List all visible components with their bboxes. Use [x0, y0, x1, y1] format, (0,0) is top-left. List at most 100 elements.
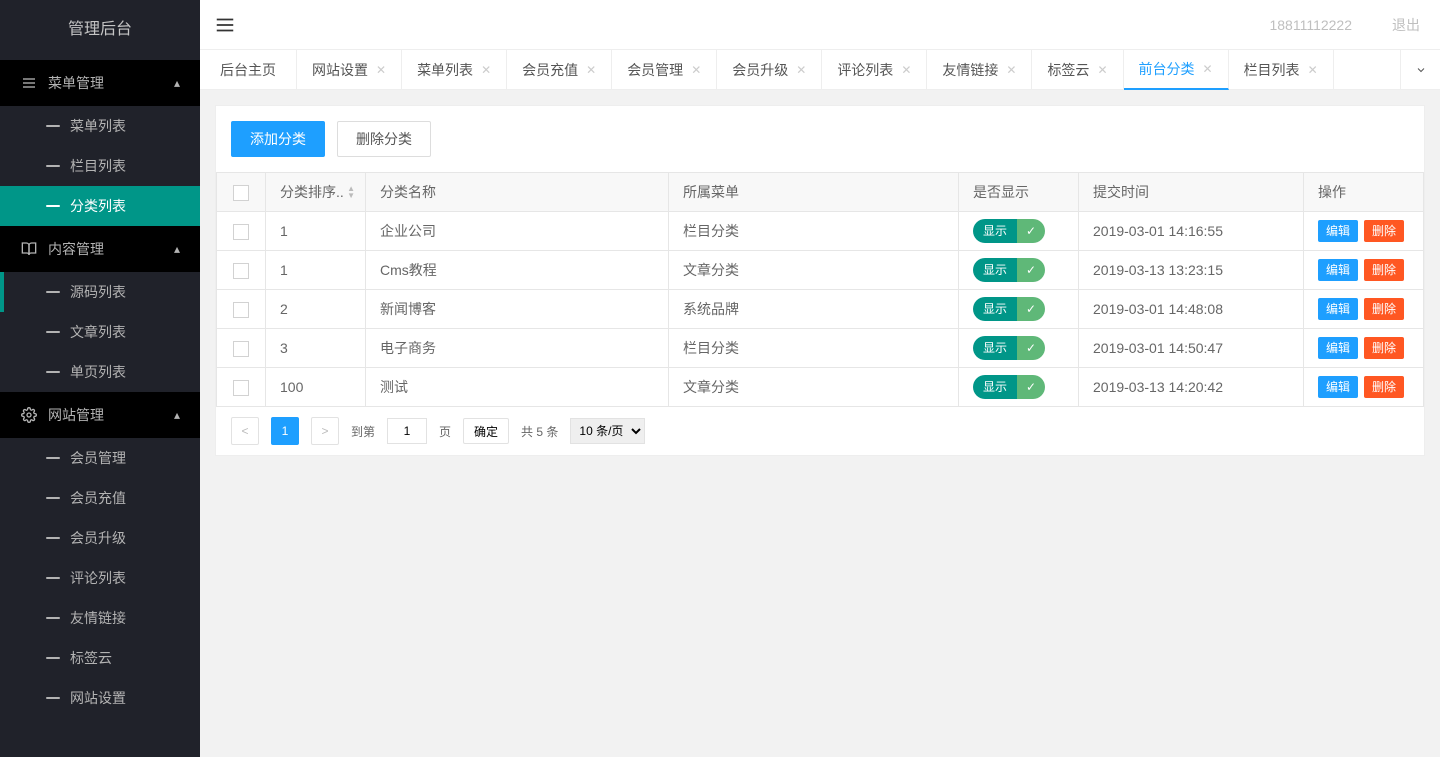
edit-button[interactable]: 编辑 [1318, 376, 1358, 398]
delete-button[interactable]: 删除 [1364, 259, 1404, 281]
page-next[interactable]: > [311, 417, 339, 445]
close-icon[interactable]: ✕ [1308, 63, 1318, 77]
checkbox[interactable] [233, 380, 249, 396]
close-icon[interactable]: ✕ [1006, 63, 1016, 77]
tab[interactable]: 会员充值✕ [507, 50, 612, 89]
show-switch[interactable]: 显示✓ [973, 336, 1045, 360]
cell-menu: 文章分类 [669, 368, 959, 407]
show-switch[interactable]: 显示✓ [973, 297, 1045, 321]
delete-button[interactable]: 删除 [1364, 337, 1404, 359]
table-row: 1Cms教程文章分类显示✓2019-03-13 13:23:15编辑删除 [217, 251, 1424, 290]
goto-confirm[interactable]: 确定 [463, 418, 509, 444]
sidebar: 管理后台 菜单管理▴菜单列表栏目列表分类列表内容管理▴源码列表文章列表单页列表网… [0, 0, 200, 757]
show-switch[interactable]: 显示✓ [973, 375, 1045, 399]
tab[interactable]: 友情链接✕ [927, 50, 1032, 89]
sort-icon[interactable]: ▲▼ [347, 185, 355, 199]
goto-input[interactable] [387, 418, 427, 444]
close-icon[interactable]: ✕ [796, 63, 806, 77]
dash-icon [46, 205, 60, 207]
checkbox[interactable] [233, 263, 249, 279]
checkbox[interactable] [233, 224, 249, 240]
cell-name: 测试 [366, 368, 669, 407]
col-sort-header[interactable]: 分类排序.. ▲▼ [266, 173, 366, 212]
sidebar-item[interactable]: 会员升级 [0, 518, 200, 558]
close-icon[interactable]: ✕ [901, 63, 911, 77]
close-icon[interactable]: ✕ [1097, 63, 1107, 77]
close-icon[interactable]: ✕ [586, 63, 596, 77]
tab[interactable]: 前台分类✕ [1124, 50, 1229, 90]
close-icon[interactable]: ✕ [376, 63, 386, 77]
add-category-button[interactable]: 添加分类 [231, 121, 325, 157]
edit-button[interactable]: 编辑 [1318, 298, 1358, 320]
sidebar-item[interactable]: 分类列表 [0, 186, 200, 226]
delete-button[interactable]: 删除 [1364, 220, 1404, 242]
sidebar-item[interactable]: 菜单列表 [0, 106, 200, 146]
col-menu-header: 所属菜单 [669, 173, 959, 212]
gear-icon [20, 407, 38, 423]
toolbar: 添加分类 删除分类 [216, 106, 1424, 172]
sidebar-item[interactable]: 评论列表 [0, 558, 200, 598]
sidebar-item[interactable]: 会员管理 [0, 438, 200, 478]
dash-icon [46, 657, 60, 659]
col-name-header: 分类名称 [366, 173, 669, 212]
dash-icon [46, 497, 60, 499]
tab-home[interactable]: 后台主页 [200, 50, 297, 89]
close-icon[interactable]: ✕ [1203, 62, 1213, 76]
tab-more-dropdown[interactable] [1400, 50, 1440, 89]
show-switch[interactable]: 显示✓ [973, 219, 1045, 243]
page-1[interactable]: 1 [271, 417, 299, 445]
dash-icon [46, 537, 60, 539]
show-switch[interactable]: 显示✓ [973, 258, 1045, 282]
sidebar-item[interactable]: 标签云 [0, 638, 200, 678]
cell-sort: 1 [266, 212, 366, 251]
cell-name: 企业公司 [366, 212, 669, 251]
chevron-up-icon: ▴ [174, 226, 180, 272]
tab[interactable]: 会员升级✕ [717, 50, 822, 89]
tab[interactable]: 菜单列表✕ [402, 50, 507, 89]
tab[interactable]: 网站设置✕ [297, 50, 402, 89]
menu-group-gear[interactable]: 网站管理▴ [0, 392, 200, 438]
sidebar-item[interactable]: 友情链接 [0, 598, 200, 638]
sidebar-item[interactable]: 会员充值 [0, 478, 200, 518]
dash-icon [46, 617, 60, 619]
header-phone[interactable]: 18811112222 [1249, 0, 1372, 50]
check-icon: ✓ [1017, 375, 1045, 399]
checkbox-all[interactable] [233, 185, 249, 201]
tab[interactable]: 标签云✕ [1032, 50, 1123, 89]
tab[interactable]: 栏目列表✕ [1229, 50, 1334, 89]
goto-suffix: 页 [439, 423, 451, 440]
sidebar-item[interactable]: 文章列表 [0, 312, 200, 352]
edit-button[interactable]: 编辑 [1318, 337, 1358, 359]
tabs-bar: 后台主页 网站设置✕菜单列表✕会员充值✕会员管理✕会员升级✕评论列表✕友情链接✕… [200, 50, 1440, 90]
checkbox[interactable] [233, 302, 249, 318]
delete-category-button[interactable]: 删除分类 [337, 121, 431, 157]
menu-icon [20, 75, 38, 91]
page-prev[interactable]: < [231, 417, 259, 445]
chevron-up-icon: ▴ [174, 60, 180, 106]
sidebar-item[interactable]: 栏目列表 [0, 146, 200, 186]
active-marker [0, 272, 4, 312]
close-icon[interactable]: ✕ [691, 63, 701, 77]
sidebar-item[interactable]: 网站设置 [0, 678, 200, 718]
goto-prefix: 到第 [351, 423, 375, 440]
sidebar-item[interactable]: 源码列表 [0, 272, 200, 312]
edit-button[interactable]: 编辑 [1318, 259, 1358, 281]
per-page-select[interactable]: 10 条/页 [570, 418, 645, 444]
delete-button[interactable]: 删除 [1364, 376, 1404, 398]
menu-group-menu[interactable]: 菜单管理▴ [0, 60, 200, 106]
menu-group-book[interactable]: 内容管理▴ [0, 226, 200, 272]
edit-button[interactable]: 编辑 [1318, 220, 1358, 242]
cell-time: 2019-03-01 14:16:55 [1079, 212, 1304, 251]
hamburger-icon[interactable] [200, 0, 250, 50]
close-icon[interactable]: ✕ [481, 63, 491, 77]
cell-name: Cms教程 [366, 251, 669, 290]
delete-button[interactable]: 删除 [1364, 298, 1404, 320]
check-icon: ✓ [1017, 219, 1045, 243]
cell-name: 电子商务 [366, 329, 669, 368]
tab[interactable]: 会员管理✕ [612, 50, 717, 89]
sidebar-item[interactable]: 单页列表 [0, 352, 200, 392]
cell-menu: 文章分类 [669, 251, 959, 290]
logout-button[interactable]: 退出 [1372, 0, 1440, 50]
tab[interactable]: 评论列表✕ [822, 50, 927, 89]
checkbox[interactable] [233, 341, 249, 357]
